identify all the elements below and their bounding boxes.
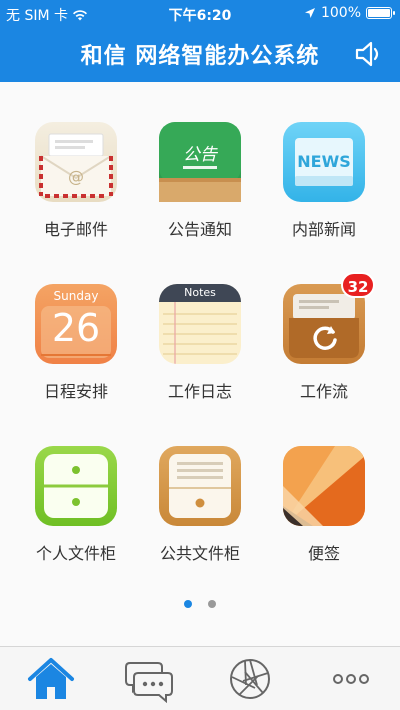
battery-label: 100% bbox=[320, 5, 361, 21]
public-cabinet-icon bbox=[159, 446, 241, 526]
top-bar: 无 SIM 卡 下午6:20 100% 和信 网络智能办公系统 bbox=[0, 0, 400, 82]
app-public-cabinet[interactable]: 公共文件柜 bbox=[140, 446, 260, 564]
app-notice[interactable]: 公告 公告通知 bbox=[140, 122, 260, 240]
page-indicator[interactable] bbox=[0, 593, 400, 612]
svg-text:@: @ bbox=[68, 167, 84, 186]
status-right: 100% bbox=[304, 5, 395, 21]
page-title: 和信 网络智能办公系统 bbox=[80, 44, 320, 69]
calendar-day-text: Sunday bbox=[53, 289, 99, 303]
speaker-icon[interactable] bbox=[354, 40, 384, 68]
notes-icon: Notes bbox=[159, 284, 241, 364]
location-arrow-icon bbox=[304, 8, 315, 18]
app-label: 工作流 bbox=[299, 382, 348, 401]
app-label: 日程安排 bbox=[43, 382, 108, 401]
memo-icon bbox=[283, 446, 365, 526]
calendar-date-number: 26 bbox=[51, 306, 101, 350]
news-icon: NEWS bbox=[283, 122, 365, 202]
app-label: 电子邮件 bbox=[43, 220, 108, 239]
app-workflow[interactable]: 32 工作流 bbox=[264, 272, 384, 402]
status-bar: 无 SIM 卡 下午6:20 100% bbox=[0, 0, 400, 28]
page-dot-1[interactable] bbox=[184, 600, 193, 608]
app-label: 个人文件柜 bbox=[35, 544, 116, 563]
app-label: 公告通知 bbox=[167, 220, 232, 239]
aperture-icon[interactable] bbox=[225, 655, 275, 703]
notice-icon-text: 公告 bbox=[183, 145, 217, 165]
page-dot-2[interactable] bbox=[207, 600, 216, 608]
news-icon-text: NEWS bbox=[297, 152, 351, 171]
app-label: 内部新闻 bbox=[291, 220, 356, 239]
more-icon[interactable] bbox=[326, 655, 376, 703]
battery-icon bbox=[366, 7, 395, 19]
chat-icon[interactable] bbox=[124, 655, 174, 703]
mail-icon: @ bbox=[35, 122, 117, 202]
app-label: 工作日志 bbox=[167, 382, 232, 401]
app-grid-area: @ 电子邮件 公告 公告通知 NEWS 内部新闻 Sunday 26 日程安排 … bbox=[0, 82, 400, 646]
app-mail[interactable]: @ 电子邮件 bbox=[16, 122, 136, 240]
personal-cabinet-icon bbox=[35, 446, 117, 526]
app-label: 公共文件柜 bbox=[159, 544, 240, 563]
app-label: 便签 bbox=[307, 544, 340, 563]
app-worklog[interactable]: Notes 工作日志 bbox=[140, 284, 260, 402]
tab-bar bbox=[0, 646, 400, 710]
home-icon[interactable] bbox=[26, 655, 76, 703]
notes-icon-text: Notes bbox=[184, 286, 216, 299]
app-news[interactable]: NEWS 内部新闻 bbox=[264, 122, 384, 240]
workflow-icon: 32 bbox=[283, 272, 375, 364]
notification-badge: 32 bbox=[341, 272, 375, 298]
app-memo[interactable]: 便签 bbox=[264, 446, 384, 564]
notice-board-icon: 公告 bbox=[159, 122, 241, 202]
calendar-icon: Sunday 26 bbox=[35, 284, 117, 364]
app-calendar[interactable]: Sunday 26 日程安排 bbox=[16, 284, 136, 402]
app-personal-cabinet[interactable]: 个人文件柜 bbox=[16, 446, 136, 564]
